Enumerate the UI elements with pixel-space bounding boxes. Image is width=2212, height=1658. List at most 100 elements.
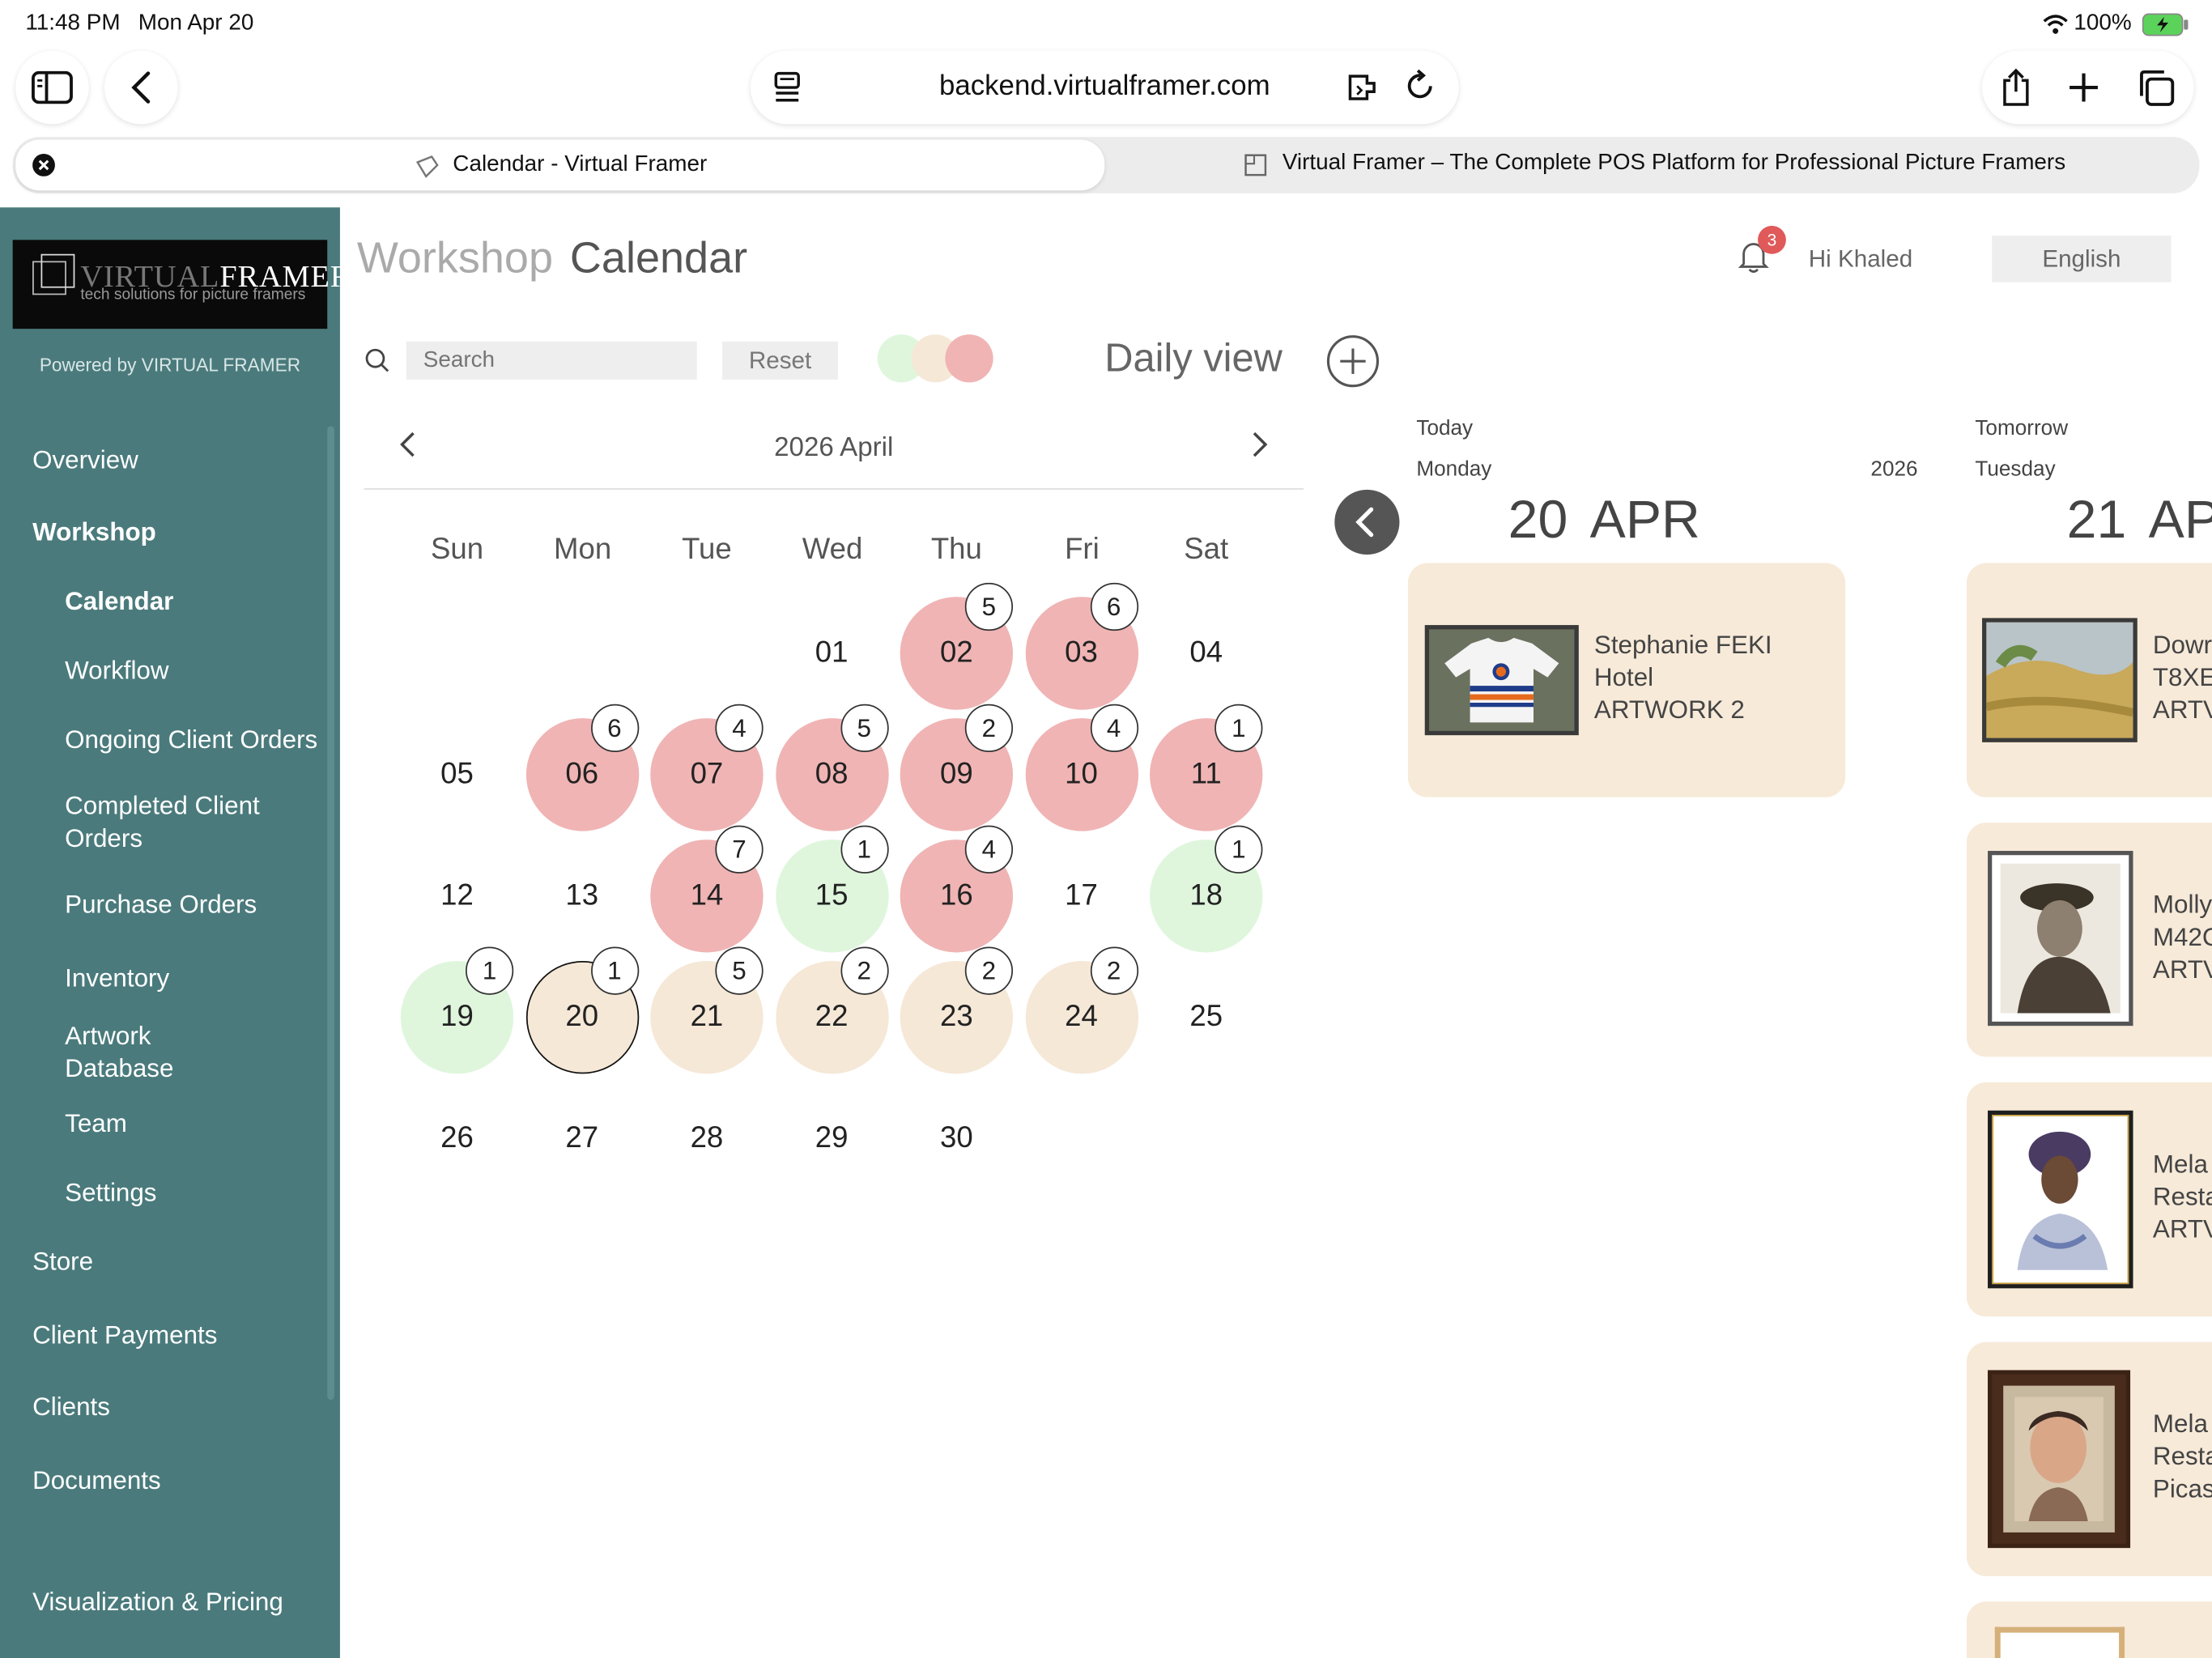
- calendar-day[interactable]: 05: [401, 718, 513, 831]
- new-tab-plus-icon[interactable]: [2067, 70, 2101, 104]
- calendar-day[interactable]: 17: [1025, 840, 1138, 952]
- nav-completed-client-orders[interactable]: Completed Client Orders: [65, 790, 304, 855]
- day-order-count-badge: 1: [1214, 825, 1263, 874]
- calendar-day[interactable]: 13: [525, 840, 638, 952]
- tab-strip: Calendar - Virtual Framer Virtual Framer…: [12, 137, 2200, 193]
- calendar-day[interactable]: 27: [525, 1082, 638, 1195]
- order-card[interactable]: Mela Resta ARTV: [1966, 1082, 2212, 1317]
- nav-calendar[interactable]: Calendar: [65, 587, 173, 617]
- day-order-count-badge: 1: [1214, 704, 1263, 753]
- chevron-left-icon: [1355, 507, 1374, 538]
- day-order-count-badge: 6: [590, 704, 639, 753]
- view-label[interactable]: Daily view: [1104, 336, 1283, 381]
- daily-prev-button[interactable]: [1334, 489, 1400, 555]
- battery-icon: [2142, 13, 2189, 37]
- calendar-day[interactable]: 01: [775, 597, 887, 709]
- favicon-icon: [415, 154, 440, 186]
- tabs-overview-icon[interactable]: [2137, 68, 2176, 108]
- day-order-count-badge: 5: [715, 946, 764, 995]
- calendar-day[interactable]: 04: [1150, 597, 1262, 709]
- powered-by: Powered by VIRTUAL FRAMER: [39, 354, 301, 376]
- calendar-day[interactable]: 25: [1150, 961, 1262, 1073]
- user-greeting[interactable]: Hi Khaled: [1809, 245, 1912, 274]
- reset-button[interactable]: Reset: [722, 341, 838, 380]
- artwork-thumbnail: [1982, 618, 2138, 742]
- tab-virtual-framer[interactable]: Virtual Framer – The Complete POS Platfo…: [1283, 151, 2065, 176]
- language-selector[interactable]: English: [1992, 236, 2172, 283]
- reload-icon[interactable]: [1405, 69, 1436, 110]
- legend-red-dot[interactable]: [945, 334, 993, 383]
- nav-visualization-pricing[interactable]: Visualization & Pricing: [32, 1588, 283, 1618]
- nav-inventory[interactable]: Inventory: [65, 963, 169, 993]
- today-year: 2026: [1870, 457, 1918, 482]
- chevron-left-icon: [400, 432, 415, 457]
- nav-ongoing-client-orders[interactable]: Ongoing Client Orders: [65, 725, 317, 755]
- order-card[interactable]: Stephanie FEKI Hotel ARTWORK 2: [1407, 563, 1846, 797]
- artwork-thumbnail: [1424, 625, 1579, 736]
- card-reference: Resta: [2152, 1182, 2212, 1211]
- day-order-count-badge: 4: [715, 704, 764, 753]
- tomorrow-weekday: Tuesday: [1975, 457, 2056, 482]
- nav-store[interactable]: Store: [32, 1248, 93, 1278]
- nav-overview[interactable]: Overview: [32, 446, 138, 476]
- day-order-count-badge: 2: [964, 704, 1014, 753]
- nav-artwork-database[interactable]: Artwork Database: [65, 1020, 192, 1085]
- calendar-day[interactable]: 28: [650, 1082, 763, 1195]
- order-card[interactable]: Dowr T8XE ARTV: [1966, 563, 2212, 797]
- wifi-icon: [2043, 13, 2068, 36]
- notification-badge[interactable]: 3: [1758, 225, 1786, 254]
- share-icon[interactable]: [2000, 68, 2031, 108]
- calendar-day[interactable]: 29: [775, 1082, 887, 1195]
- nav-workflow[interactable]: Workflow: [65, 656, 168, 686]
- add-button[interactable]: [1326, 334, 1380, 395]
- page-icon: [1243, 152, 1268, 185]
- day-order-count-badge: 5: [964, 582, 1014, 631]
- nav-documents[interactable]: Documents: [32, 1466, 161, 1496]
- day-order-count-badge: 6: [1090, 582, 1138, 631]
- page-title-calendar: Calendar: [569, 232, 748, 283]
- nav-team[interactable]: Team: [65, 1109, 127, 1139]
- card-client-name: Stephanie FEKI: [1593, 631, 1772, 659]
- order-card[interactable]: Mela Resta Picas: [1966, 1341, 2212, 1576]
- nav-settings[interactable]: Settings: [65, 1178, 156, 1208]
- nav-purchase-orders[interactable]: Purchase Orders: [65, 891, 257, 920]
- tomorrow-label: Tomorrow: [1975, 416, 2069, 440]
- card-artwork: ARTV: [2152, 1214, 2212, 1244]
- today-day-number: 20: [1508, 491, 1568, 551]
- today-month: APR: [1589, 491, 1700, 551]
- nav-clients[interactable]: Clients: [32, 1392, 110, 1422]
- battery-percent: 100%: [2074, 11, 2132, 36]
- status-time: 11:48 PM: [25, 11, 121, 36]
- card-reference: Resta: [2152, 1442, 2212, 1471]
- order-card-partial[interactable]: [1966, 1601, 2212, 1658]
- sidebar-toggle-button[interactable]: [15, 50, 89, 125]
- logo[interactable]: VIRTUALFRAMER tech solutions for picture…: [12, 240, 351, 329]
- page-title-workshop: Workshop: [356, 232, 554, 283]
- nav-client-payments[interactable]: Client Payments: [32, 1320, 217, 1350]
- card-artwork: ARTV: [2152, 695, 2212, 725]
- month-label: 2026 April: [774, 433, 894, 463]
- browser-actions: [1982, 50, 2194, 125]
- close-tab-icon[interactable]: [32, 153, 55, 184]
- calendar-day[interactable]: 12: [401, 840, 513, 952]
- nav-workshop[interactable]: Workshop: [32, 518, 156, 548]
- sidebar-scrollbar[interactable]: [327, 426, 334, 1401]
- back-button[interactable]: [104, 50, 178, 125]
- card-reference: M42C: [2152, 922, 2212, 951]
- prev-month-button[interactable]: [398, 431, 417, 466]
- today-weekday: Monday: [1416, 457, 1492, 482]
- next-month-button[interactable]: [1250, 431, 1270, 466]
- tab-calendar[interactable]: Calendar - Virtual Framer: [15, 139, 1105, 191]
- calendar-day[interactable]: 30: [900, 1082, 1013, 1195]
- day-order-count-badge: 1: [840, 825, 888, 874]
- extension-icon[interactable]: [1346, 72, 1382, 110]
- order-card[interactable]: Molly M42C ARTV: [1966, 823, 2212, 1057]
- today-label: Today: [1416, 416, 1474, 440]
- address-bar[interactable]: backend.virtualframer.com: [750, 50, 1459, 125]
- weekday-sat: Sat: [1184, 533, 1229, 566]
- weekday-mon: Mon: [554, 533, 612, 566]
- artwork-thumbnail: [1988, 1370, 2131, 1549]
- search-input[interactable]: [406, 341, 697, 380]
- calendar-day[interactable]: 26: [401, 1082, 513, 1195]
- weekday-fri: Fri: [1065, 533, 1100, 566]
